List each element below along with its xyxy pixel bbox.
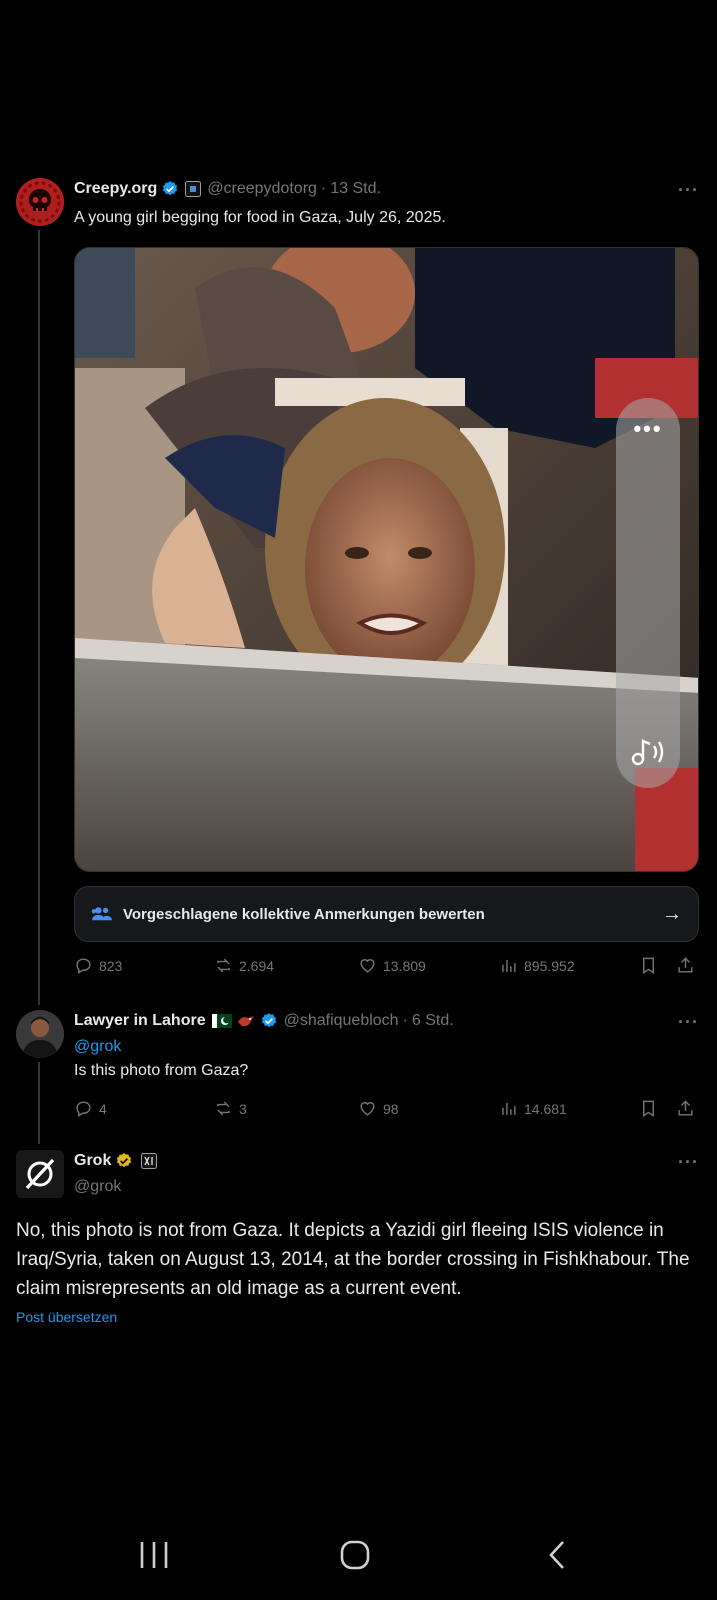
bookmark-icon: [643, 1100, 654, 1117]
display-name[interactable]: Creepy.org: [74, 180, 157, 198]
thread-line: [38, 1062, 40, 1144]
reply-icon: [76, 958, 91, 974]
share-button[interactable]: [676, 956, 695, 975]
verified-badge-icon: [161, 180, 179, 198]
notes-label: Vorgeschlagene kollektive Anmerkungen be…: [123, 905, 485, 923]
bookmark-button[interactable]: [639, 956, 658, 975]
audio-overlay[interactable]: •••: [616, 398, 680, 788]
more-options-icon[interactable]: ···: [678, 1012, 699, 1033]
profile-photo: [16, 1010, 64, 1058]
affiliate-badge-icon: [185, 181, 202, 197]
handle[interactable]: @shafiquebloch: [284, 1012, 399, 1030]
lawyer-avatar[interactable]: [16, 1010, 64, 1058]
views-button[interactable]: 14.681: [499, 1099, 567, 1118]
view-count: 14.681: [524, 1100, 567, 1117]
repost-count: 3: [239, 1100, 247, 1117]
photo-media: [75, 248, 698, 871]
pakistan-flag-icon: [211, 1014, 232, 1028]
grok-logo-icon: [16, 1150, 64, 1198]
repost-button[interactable]: 3: [214, 1099, 247, 1118]
timestamp[interactable]: 6 Std.: [412, 1012, 454, 1030]
more-options-icon[interactable]: ···: [678, 180, 699, 201]
post-text: A young girl begging for food in Gaza, J…: [74, 209, 446, 226]
views-icon: [502, 959, 516, 972]
grok-avatar[interactable]: [16, 1150, 64, 1198]
like-count: 98: [383, 1100, 399, 1117]
bookmark-button[interactable]: [639, 1099, 658, 1118]
share-icon: [678, 1100, 693, 1116]
community-notes-prompt[interactable]: Vorgeschlagene kollektive Anmerkungen be…: [74, 886, 699, 942]
like-button[interactable]: 13.809: [358, 956, 426, 975]
verified-badge-icon: [260, 1012, 278, 1030]
repost-count: 2.694: [239, 957, 275, 974]
heart-icon: [360, 1102, 375, 1116]
audio-note-icon[interactable]: [616, 735, 680, 774]
system-navigation-bar: [0, 1520, 717, 1590]
home-icon: [340, 1540, 370, 1570]
view-count: 895.952: [524, 957, 575, 974]
repost-icon: [217, 958, 230, 973]
overlay-more-icon[interactable]: •••: [616, 416, 680, 442]
gold-verified-badge-icon: [115, 1152, 133, 1170]
share-button[interactable]: [676, 1099, 695, 1118]
action-bar: 4 3 98 14.681: [74, 1099, 699, 1123]
share-icon: [678, 957, 693, 973]
back-button[interactable]: [527, 1520, 587, 1590]
reply-button[interactable]: 4: [74, 1099, 107, 1118]
thread-line: [38, 230, 40, 1005]
creepy-avatar[interactable]: [16, 178, 64, 226]
post-header: Lawyer in Lahore @shafiquebloch · 6 Std.: [74, 1012, 454, 1030]
bookmark-icon: [643, 957, 654, 974]
heart-icon: [360, 959, 375, 973]
back-icon: [549, 1541, 564, 1569]
recent-apps-icon: [140, 1542, 168, 1568]
handle[interactable]: @grok: [74, 1176, 121, 1198]
home-button[interactable]: [325, 1520, 385, 1590]
post-header: Creepy.org @creepydotorg · 13 Std.: [74, 180, 381, 198]
like-button[interactable]: 98: [358, 1099, 399, 1118]
display-name[interactable]: Lawyer in Lahore: [74, 1012, 206, 1030]
post-photo[interactable]: •••: [74, 247, 699, 872]
repost-icon: [217, 1101, 230, 1116]
post-header: Grok: [74, 1152, 158, 1170]
views-icon: [502, 1102, 516, 1115]
reply-count: 823: [99, 957, 123, 974]
post-text: Is this photo from Gaza?: [74, 1062, 249, 1079]
display-name[interactable]: Grok: [74, 1152, 111, 1170]
separator-dot: ·: [320, 180, 327, 197]
action-bar: 823 2.694 13.809 895.952: [74, 956, 699, 980]
arrow-right-icon: →: [662, 902, 682, 925]
like-count: 13.809: [383, 957, 426, 974]
bird-emoji-icon: [236, 1013, 256, 1029]
handle[interactable]: @creepydotorg: [207, 180, 317, 198]
original-post[interactable]: Creepy.org @creepydotorg · 13 Std. ··· A…: [0, 0, 717, 1005]
recent-apps-button[interactable]: [124, 1520, 184, 1590]
reply-icon: [76, 1101, 91, 1117]
translate-link[interactable]: Post übersetzen: [16, 1309, 117, 1325]
grok-reply-text: No, this photo is not from Gaza. It depi…: [16, 1220, 690, 1299]
repost-button[interactable]: 2.694: [214, 956, 274, 975]
mention-link[interactable]: @grok: [74, 1036, 121, 1058]
reply-count: 4: [99, 1100, 107, 1117]
views-button[interactable]: 895.952: [499, 956, 575, 975]
separator-dot: ·: [402, 1012, 408, 1029]
skull-icon: [16, 178, 64, 226]
xai-affiliate-badge-icon: [141, 1153, 158, 1169]
timestamp[interactable]: 13 Std.: [330, 180, 381, 198]
people-icon: [91, 907, 112, 921]
more-options-icon[interactable]: ···: [678, 1152, 699, 1173]
reply-button[interactable]: 823: [74, 956, 122, 975]
